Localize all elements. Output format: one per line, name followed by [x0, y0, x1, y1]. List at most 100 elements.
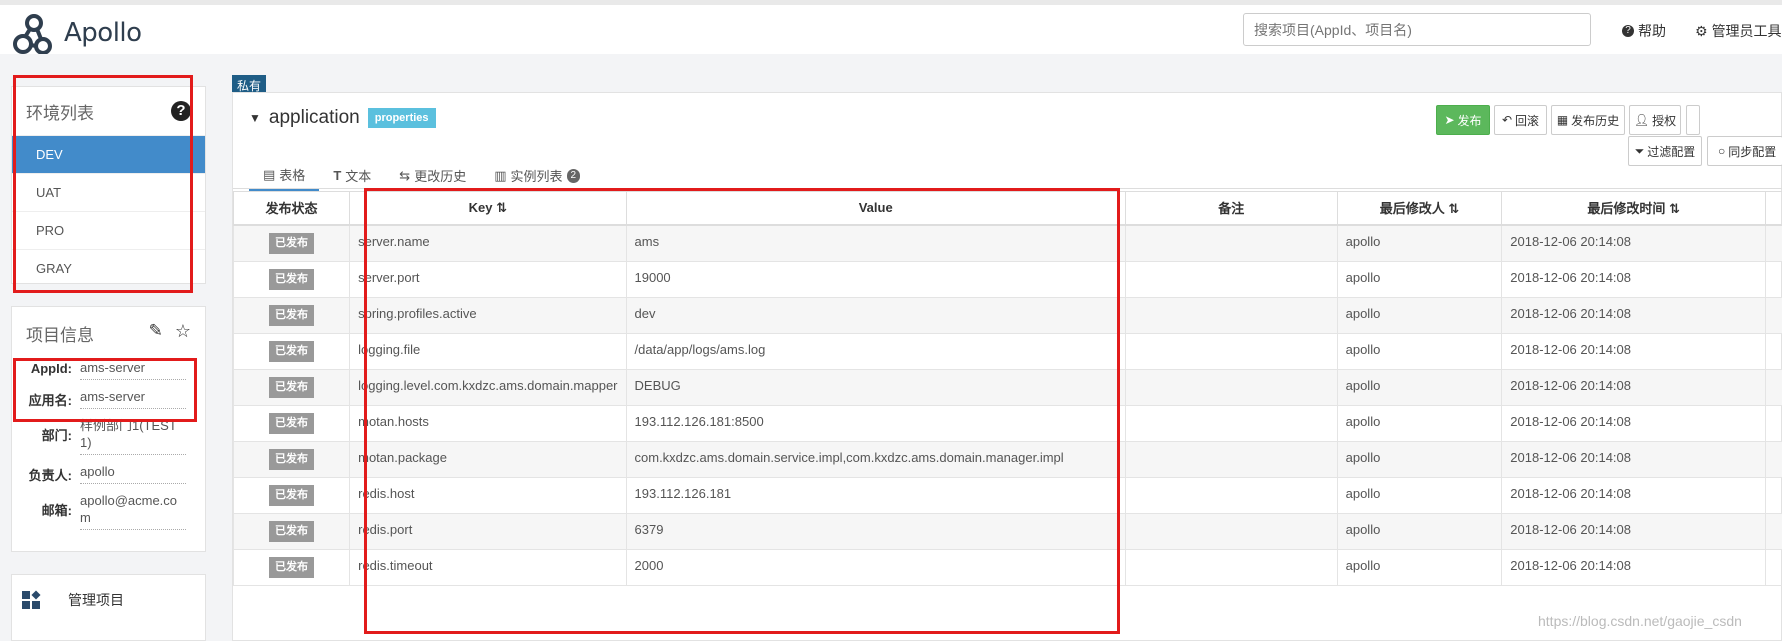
time-cell: 2018-12-06 20:14:08 — [1501, 476, 1766, 514]
ops-cell — [1765, 368, 1782, 406]
key-cell: spring.profiles.active — [349, 296, 627, 334]
grant-button[interactable]: 👤︎ 授权 — [1629, 105, 1681, 135]
filter-icon: ⏷ — [1634, 143, 1645, 158]
star-icon[interactable]: ☆ — [175, 321, 191, 351]
value-cell: DEBUG — [625, 368, 1126, 406]
modifier-cell: apollo — [1336, 332, 1503, 370]
help-link[interactable]: ? 帮助 — [1622, 21, 1666, 41]
env-list-header: 环境列表 ? — [12, 87, 205, 135]
key-cell: motan.hosts — [349, 404, 627, 442]
text-icon: T — [333, 168, 342, 183]
published-badge: 已发布 — [269, 268, 315, 290]
value-cell: 2000 — [625, 548, 1126, 586]
modifier-cell: apollo — [1336, 260, 1503, 298]
key-cell: motan.package — [349, 440, 627, 478]
published-badge: 已发布 — [269, 340, 315, 362]
col-header-modifier[interactable]: 最后修改人 ⇅ — [1336, 191, 1503, 226]
apollo-logo[interactable]: Apollo — [10, 11, 142, 55]
tab-change-history[interactable]: ⇆ 更改历史 — [385, 159, 480, 191]
published-badge: 已发布 — [269, 412, 315, 434]
publish-button[interactable]: ➤ 发布 — [1436, 105, 1490, 135]
env-list-title: 环境列表 — [26, 103, 94, 123]
project-info-title: 项目信息 — [26, 326, 94, 345]
info-key: 邮箱: — [41, 503, 72, 518]
time-cell: 2018-12-06 20:14:08 — [1501, 440, 1766, 478]
value-cell: 193.112.126.181:8500 — [625, 404, 1126, 442]
app-name: Apollo — [64, 18, 142, 48]
comment-cell — [1124, 368, 1338, 406]
rollback-icon: ↶ — [1501, 113, 1513, 127]
info-row-department: 部门: 样例部门1(TEST1) — [12, 415, 205, 455]
publish-label: 发布 — [1457, 113, 1482, 128]
tab-label: 更改历史 — [414, 169, 467, 184]
col-header-status: 发布状态 — [232, 191, 351, 226]
tab-table[interactable]: ▤ 表格 — [249, 159, 320, 191]
table-row: 已发布 redis.port 6379 apollo 2018-12-06 20:14:… — [232, 512, 1782, 550]
col-header-time[interactable]: 最后修改时间 ⇅ — [1501, 191, 1766, 226]
rollback-button[interactable]: ↶ 回滚 — [1494, 105, 1547, 135]
filter-config-button[interactable]: ⏷ 过滤配置 — [1628, 136, 1702, 166]
tab-label: 文本 — [345, 169, 372, 184]
info-value: 样例部门1(TEST1) — [80, 415, 186, 455]
comment-cell — [1124, 548, 1338, 586]
sync-config-button[interactable]: ○ 同步配置 — [1707, 136, 1782, 166]
top-navbar: Apollo ? 帮助 ⚙ 管理员工具 — [0, 0, 1782, 55]
watermark: https://blog.csdn.net/gaojie_csdn — [1538, 613, 1742, 629]
tab-instance-list[interactable]: ▥ 实例列表 2 — [480, 159, 594, 191]
published-badge: 已发布 — [269, 448, 315, 470]
help-label: 帮助 — [1638, 23, 1666, 39]
time-cell: 2018-12-06 20:14:08 — [1501, 332, 1766, 370]
manage-project-link[interactable]: 管理项目 — [22, 590, 124, 610]
list-icon: ▥ — [494, 167, 507, 183]
info-key: AppId: — [30, 361, 72, 376]
tab-text[interactable]: T 文本 — [319, 159, 385, 191]
more-button[interactable] — [1686, 105, 1700, 135]
ops-cell — [1765, 296, 1782, 334]
published-badge: 已发布 — [269, 304, 315, 326]
caret-down-icon[interactable]: ▼ — [249, 111, 261, 125]
ops-cell — [1765, 332, 1782, 370]
comment-cell — [1124, 476, 1338, 514]
info-key: 应用名: — [28, 393, 72, 408]
ops-cell — [1765, 476, 1782, 514]
table-icon: ▤ — [263, 166, 276, 182]
env-item-dev[interactable]: DEV — [12, 135, 205, 173]
view-tabs: ▤ 表格 T 文本 ⇆ 更改历史 ▥ 实例列表 2 — [249, 159, 594, 191]
key-cell: logging.file — [349, 332, 627, 370]
ops-cell — [1765, 404, 1782, 442]
env-item-uat[interactable]: UAT — [12, 173, 205, 211]
col-header-comment: 备注 — [1124, 191, 1338, 226]
key-cell: server.name — [349, 224, 627, 262]
time-cell: 2018-12-06 20:14:08 — [1501, 260, 1766, 298]
ops-cell — [1765, 512, 1782, 550]
ops-cell — [1765, 224, 1782, 262]
search-input[interactable] — [1243, 13, 1591, 46]
value-cell: com.kxdzc.ams.domain.service.impl,com.kx… — [625, 440, 1126, 478]
edit-icon[interactable]: ✎ — [149, 321, 163, 351]
question-circle-icon: ? — [1622, 25, 1634, 37]
manage-panel: 管理项目 — [11, 574, 206, 641]
swap-icon: ⇆ — [399, 167, 411, 183]
comment-cell — [1124, 260, 1338, 298]
format-badge: properties — [367, 108, 436, 128]
table-row: 已发布 redis.host 193.112.126.181 apollo 2018-1… — [232, 476, 1782, 514]
key-cell: redis.port — [349, 512, 627, 550]
info-row-owner: 负责人: apollo — [12, 461, 205, 484]
modifier-cell: apollo — [1336, 404, 1503, 442]
col-header-value: Value — [625, 191, 1126, 226]
col-header-key[interactable]: Key ⇅ — [349, 191, 627, 226]
question-circle-icon[interactable]: ? — [171, 101, 191, 121]
env-item-gray[interactable]: GRAY — [12, 249, 205, 287]
namespace-panel: ▼ application properties ➤ 发布 ↶ 回滚 ▦ 发布历史 👤… — [232, 92, 1782, 641]
published-badge: 已发布 — [269, 232, 315, 254]
time-cell: 2018-12-06 20:14:08 — [1501, 404, 1766, 442]
status-cell: 已发布 — [232, 404, 351, 442]
comment-cell — [1124, 332, 1338, 370]
release-history-button[interactable]: ▦ 发布历史 — [1551, 105, 1625, 135]
ops-cell — [1765, 548, 1782, 586]
manage-project-label: 管理项目 — [68, 592, 124, 608]
admin-tools-link[interactable]: ⚙ 管理员工具 — [1695, 21, 1782, 41]
gear-icon: ⚙ — [1695, 22, 1708, 39]
env-list-panel: 环境列表 ? DEV UAT PRO GRAY — [11, 86, 206, 284]
env-item-pro[interactable]: PRO — [12, 211, 205, 249]
